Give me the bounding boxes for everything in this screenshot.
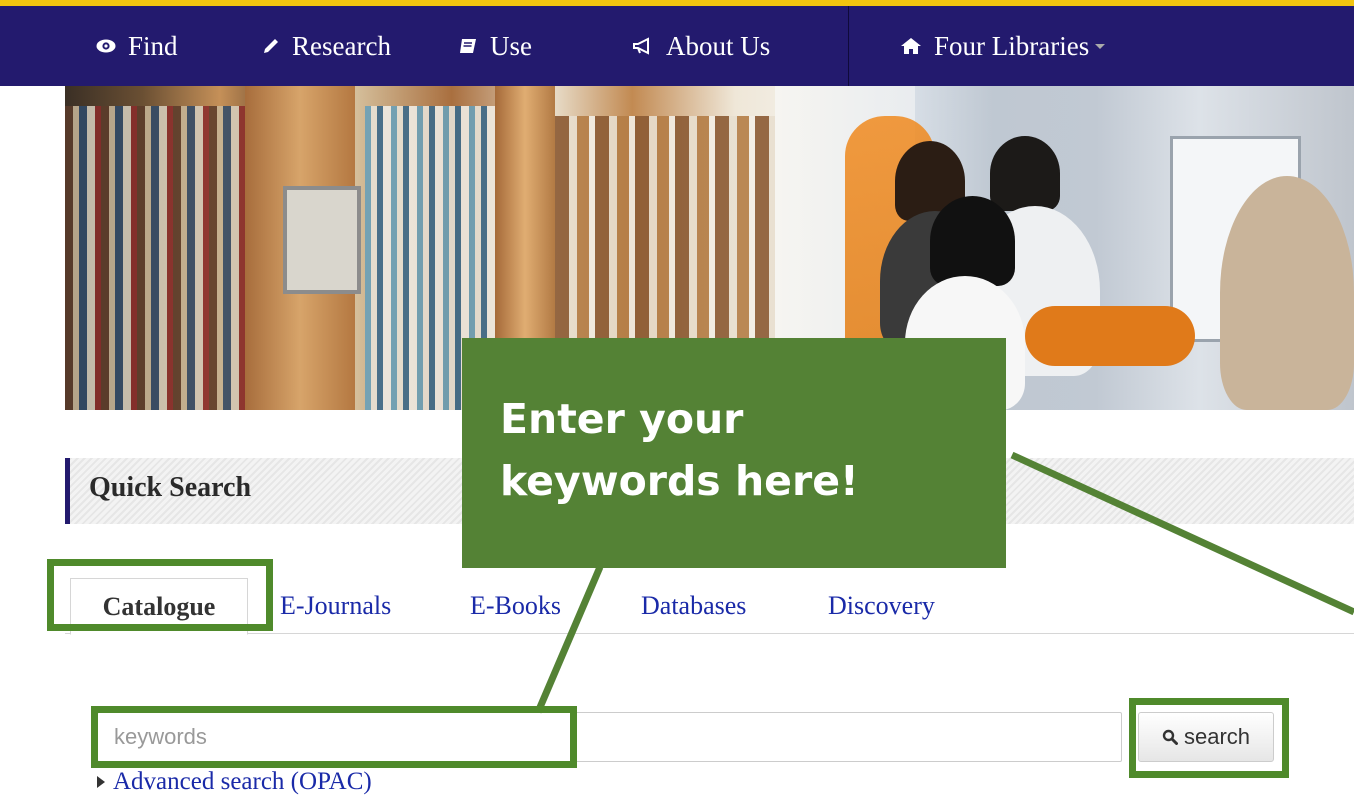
quick-search-title: Quick Search xyxy=(89,472,252,503)
person-image xyxy=(990,136,1060,211)
nav-four-libraries-label: Four Libraries xyxy=(934,30,1090,61)
eye-icon xyxy=(96,39,116,53)
megaphone-icon xyxy=(633,37,649,55)
pencil-icon xyxy=(264,39,278,53)
tab-databases[interactable]: Databases xyxy=(641,578,746,634)
nav-find[interactable]: Find xyxy=(96,6,178,86)
nav-find-label: Find xyxy=(128,30,178,61)
bookshelf-image xyxy=(65,106,245,410)
catalogue-tab-highlight xyxy=(47,559,273,631)
home-icon xyxy=(901,38,921,54)
shelf-sign xyxy=(283,186,361,294)
tab-e-books[interactable]: E-Books xyxy=(470,578,561,634)
advanced-search-label: Advanced search (OPAC) xyxy=(113,768,372,795)
person-image xyxy=(930,196,1015,286)
heading-accent-bar xyxy=(65,458,70,524)
book-icon xyxy=(460,39,476,53)
nav-use[interactable]: Use xyxy=(458,6,532,86)
callout-line-1: Enter your xyxy=(500,395,744,443)
nav-four-libraries[interactable]: Four Libraries xyxy=(900,6,1106,86)
nav-research[interactable]: Research xyxy=(262,6,391,86)
callout-line-2: keywords here! xyxy=(500,457,859,505)
nav-divider xyxy=(848,6,849,86)
tab-discovery[interactable]: Discovery xyxy=(828,578,935,634)
person-image xyxy=(1220,176,1354,410)
nav-about-us-label: About Us xyxy=(666,30,771,61)
orange-chair xyxy=(1025,306,1195,366)
nav-about-us[interactable]: About Us xyxy=(632,6,770,86)
keywords-input-highlight xyxy=(91,706,577,768)
nav-use-label: Use xyxy=(490,30,532,61)
search-button-highlight xyxy=(1129,698,1289,778)
triangle-right-icon xyxy=(97,776,105,788)
instruction-callout: Enter your keywords here! xyxy=(462,338,1006,568)
nav-research-label: Research xyxy=(292,30,391,61)
main-navbar: Find Research Use About Us Four Librarie… xyxy=(0,6,1354,86)
advanced-search-link[interactable]: Advanced search (OPAC) xyxy=(97,768,372,796)
tab-e-journals[interactable]: E-Journals xyxy=(280,578,391,634)
chevron-down-icon xyxy=(1095,43,1106,49)
